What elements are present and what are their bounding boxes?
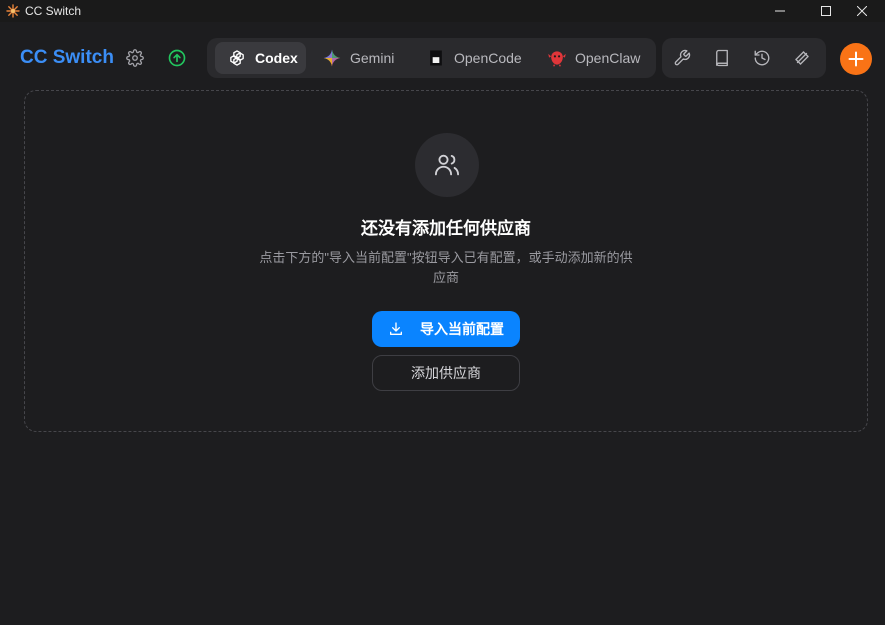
minimize-button[interactable] <box>757 0 803 22</box>
minimize-icon <box>775 10 785 12</box>
tab-label: OpenClaw <box>575 50 641 66</box>
add-provider-button[interactable]: 添加供应商 <box>372 355 520 391</box>
empty-state-icon-badge <box>415 133 479 197</box>
tab-label: Codex <box>255 50 298 66</box>
tab-label: Gemini <box>350 50 395 66</box>
tab-label: OpenCode <box>454 50 522 66</box>
add-provider-label: 添加供应商 <box>411 365 481 381</box>
close-icon <box>857 6 867 16</box>
tab-openclaw[interactable]: OpenClaw <box>537 42 648 74</box>
tool-bar <box>662 38 826 78</box>
docs-button[interactable] <box>710 46 734 70</box>
book-icon <box>716 49 728 67</box>
upload-circle-icon <box>168 49 186 67</box>
plus-icon <box>848 51 864 67</box>
skills-button[interactable] <box>790 46 814 70</box>
empty-state-title: 还没有添加任何供应商 <box>361 219 531 238</box>
maximize-icon <box>821 6 831 16</box>
history-icon <box>754 50 770 66</box>
add-provider-fab[interactable] <box>840 43 872 75</box>
history-button[interactable] <box>750 46 774 70</box>
window-title: CC Switch <box>25 4 82 18</box>
empty-state-description: 点击下方的"导入当前配置"按钮导入已有配置，或手动添加新的供应商 <box>259 250 633 285</box>
window-titlebar: CC Switch <box>0 0 885 22</box>
opencode-icon <box>426 48 446 68</box>
import-current-config-button[interactable]: 导入当前配置 <box>372 311 520 347</box>
download-icon <box>388 320 406 338</box>
app-tab-bar: Codex Gemini OpenCode OpenClaw <box>207 38 656 78</box>
openclaw-icon <box>547 48 567 68</box>
tab-codex[interactable]: Codex <box>215 42 306 74</box>
update-button[interactable] <box>166 47 188 69</box>
app-logo-icon <box>6 4 20 18</box>
empty-state-panel: 还没有添加任何供应商 点击下方的"导入当前配置"按钮导入已有配置，或手动添加新的… <box>24 90 868 432</box>
wrench-icon <box>674 49 691 66</box>
layers-icon <box>795 51 809 65</box>
gemini-sparkle-icon <box>322 48 342 68</box>
close-button[interactable] <box>839 0 885 22</box>
app-brand-title: CC Switch <box>20 47 114 68</box>
import-button-label: 导入当前配置 <box>420 321 504 337</box>
gear-icon <box>126 49 144 67</box>
users-icon <box>434 154 460 176</box>
tools-button[interactable] <box>670 46 694 70</box>
openai-icon <box>227 48 247 68</box>
tab-opencode[interactable]: OpenCode <box>414 42 528 74</box>
tab-gemini[interactable]: Gemini <box>310 42 406 74</box>
settings-button[interactable] <box>124 47 146 69</box>
